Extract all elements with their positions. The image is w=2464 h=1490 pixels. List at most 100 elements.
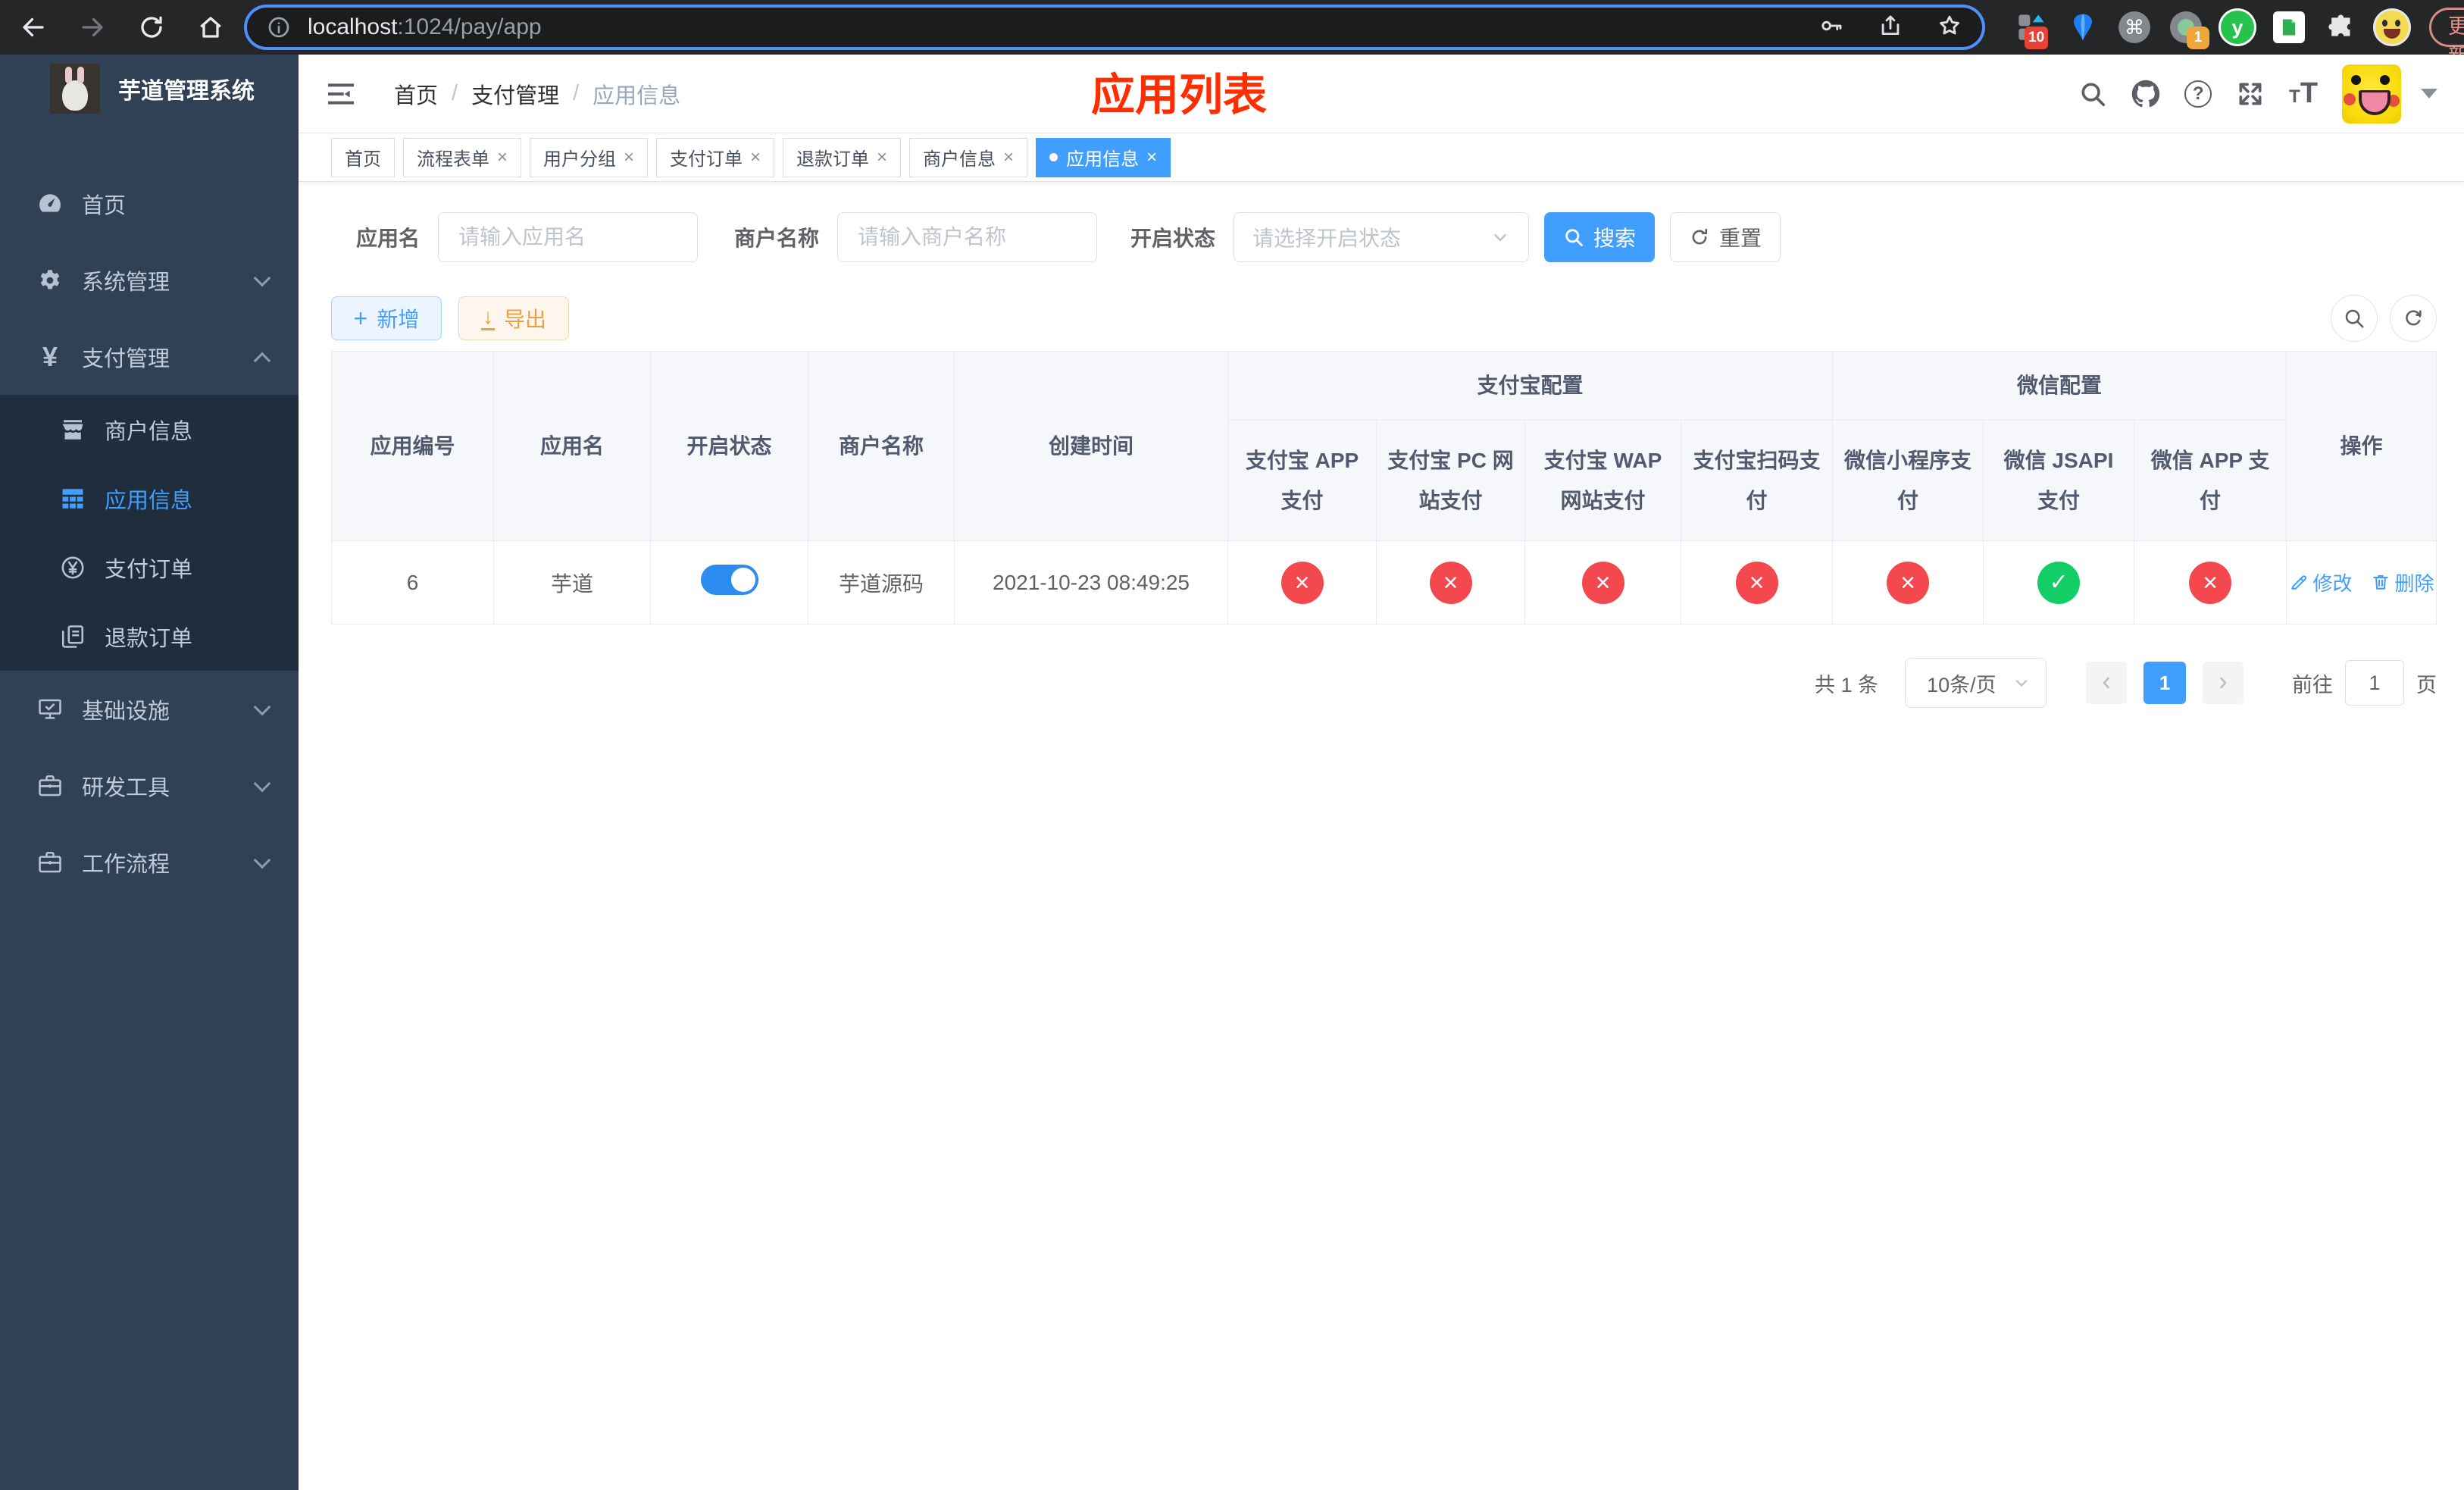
gear-icon	[35, 267, 65, 294]
cell-app-id: 6	[331, 540, 494, 625]
add-button[interactable]: + 新增	[331, 296, 442, 340]
extension-notes-icon[interactable]	[2272, 10, 2306, 45]
app-name-label: 应用名	[356, 227, 421, 250]
sidebar-item-app-info[interactable]: 应用信息	[0, 464, 299, 533]
goto-label: 前往	[2292, 673, 2334, 696]
close-icon[interactable]: ×	[1003, 147, 1014, 168]
tab-pay-order[interactable]: 支付订单 ×	[656, 137, 775, 177]
bookmark-star-icon[interactable]	[1937, 13, 1962, 42]
refresh-table-button[interactable]	[2390, 295, 2437, 342]
sidebar-collapse-icon[interactable]	[326, 79, 356, 109]
reset-button[interactable]: 重置	[1670, 212, 1781, 262]
navbar-actions: ? TT	[2078, 64, 2438, 124]
reload-icon[interactable]	[136, 12, 167, 42]
status-select-placeholder: 请选择开启状态	[1252, 227, 1402, 250]
enabled-toggle[interactable]	[700, 565, 758, 596]
next-page-button[interactable]	[2203, 662, 2244, 705]
back-icon[interactable]	[18, 12, 48, 42]
close-icon[interactable]: ×	[877, 147, 887, 168]
status-select[interactable]: 请选择开启状态	[1234, 212, 1530, 262]
sidebar-item-home[interactable]: 首页	[0, 165, 299, 242]
tab-user-group[interactable]: 用户分组 ×	[530, 137, 649, 177]
search-button[interactable]: 搜索	[1544, 212, 1656, 262]
edit-link[interactable]: 修改	[2289, 568, 2353, 596]
user-avatar[interactable]	[2342, 64, 2402, 124]
forward-icon[interactable]	[77, 12, 108, 42]
extension-recorder-icon[interactable]: 1	[2169, 10, 2209, 49]
toggle-search-button[interactable]	[2331, 295, 2378, 342]
merchant-name-label: 商户名称	[734, 227, 820, 250]
extension-badge: 1	[2187, 27, 2209, 49]
sidebar-item-label: 首页	[82, 193, 127, 218]
breadcrumb-current: 应用信息	[593, 83, 681, 108]
refresh-icon	[2406, 310, 2422, 326]
breadcrumb-payment[interactable]: 支付管理	[471, 78, 559, 110]
cross-circle-icon: ×	[1887, 561, 1930, 604]
extension-badge: 10	[2025, 27, 2049, 49]
refresh-icon	[1692, 228, 1708, 245]
url-path: :1024/pay/app	[397, 14, 542, 39]
avatar-caret-icon[interactable]	[2421, 89, 2438, 99]
breadcrumb-home[interactable]: 首页	[394, 78, 438, 110]
sidebar-item-workflow[interactable]: 工作流程	[0, 824, 299, 900]
tab-app-info[interactable]: 应用信息 ×	[1036, 137, 1171, 177]
home-icon[interactable]	[195, 12, 226, 42]
goto-page-input[interactable]	[2345, 660, 2405, 706]
sidebar-item-system[interactable]: 系统管理	[0, 242, 299, 318]
cross-circle-icon: ×	[1735, 561, 1778, 604]
export-button[interactable]: ↓ 导出	[458, 296, 569, 340]
cell-enabled	[650, 540, 808, 625]
sidebar-item-merchant-info[interactable]: 商户信息	[0, 395, 299, 464]
url-text[interactable]: localhost:1024/pay/app	[308, 14, 1818, 40]
tab-merchant-info[interactable]: 商户信息 ×	[909, 137, 1028, 177]
extension-balloon-icon[interactable]	[2065, 10, 2100, 45]
sidebar-item-infra[interactable]: 基础设施	[0, 671, 299, 747]
column-header: 创建时间	[954, 350, 1228, 542]
tab-refund-order[interactable]: 退款订单 ×	[783, 137, 902, 177]
prev-page-button[interactable]	[2086, 662, 2128, 705]
close-icon[interactable]: ×	[624, 147, 634, 168]
extension-cmd-icon[interactable]: ⌘	[2117, 10, 2152, 45]
search-icon	[2345, 309, 2364, 328]
sidebar-item-refund-order[interactable]: 退款订单	[0, 602, 299, 671]
search-icon[interactable]	[2078, 80, 2107, 108]
apps-table: 应用编号 应用名 开启状态 商户名称 创建时间 支付宝配置 微信配置 操作 支付宝 APP 支付…	[331, 350, 2437, 625]
cell-channel-status: ×	[1680, 540, 1834, 625]
share-icon[interactable]	[1878, 13, 1903, 42]
close-icon[interactable]: ×	[1146, 147, 1157, 168]
puzzle-extensions-icon[interactable]	[2323, 10, 2358, 45]
merchant-name-input[interactable]	[837, 212, 1098, 262]
app-name-input[interactable]	[438, 212, 699, 262]
sidebar-item-dev-tools[interactable]: 研发工具	[0, 747, 299, 824]
close-icon[interactable]: ×	[750, 147, 761, 168]
tab-process-form[interactable]: 流程表单 ×	[403, 137, 522, 177]
column-sub-header: 支付宝 APP 支付	[1227, 419, 1377, 542]
delete-link[interactable]: 删除	[2371, 568, 2434, 596]
site-info-icon[interactable]	[267, 15, 291, 39]
sidebar-item-label: 商户信息	[105, 419, 193, 444]
tab-home[interactable]: 首页	[331, 137, 395, 177]
address-bar-actions	[1818, 13, 1962, 42]
page-size-select[interactable]: 10条/页	[1905, 658, 2047, 709]
profile-avatar-icon[interactable]	[2375, 10, 2409, 45]
address-bar[interactable]: localhost:1024/pay/app	[247, 8, 1982, 47]
fullscreen-icon[interactable]	[2236, 80, 2265, 108]
extension-y-icon[interactable]: y	[2220, 10, 2255, 45]
shop-icon	[58, 416, 88, 443]
extension-tabs-icon[interactable]: 10	[2014, 10, 2049, 49]
help-icon[interactable]: ?	[2184, 80, 2212, 108]
page-number-button[interactable]: 1	[2143, 662, 2187, 705]
password-key-icon[interactable]	[1818, 13, 1844, 42]
column-sub-header: 支付宝扫码支付	[1680, 419, 1834, 542]
sidebar-item-pay-order[interactable]: 支付订单	[0, 533, 299, 602]
cell-app-name: 芋道	[493, 540, 651, 625]
actions-column-header: 操作	[2286, 350, 2437, 542]
close-icon[interactable]: ×	[497, 147, 508, 168]
github-icon[interactable]	[2131, 80, 2160, 108]
sidebar-item-label: 基础设施	[82, 699, 170, 724]
font-size-icon[interactable]: TT	[2289, 77, 2318, 110]
sidebar-item-payment[interactable]: ¥ 支付管理	[0, 318, 299, 395]
table-row: 6 芋道 芋道源码 2021-10-23 08:49:25 × × × × × ✓ × 修改 删除	[331, 540, 2437, 625]
url-host: localhost	[308, 14, 398, 39]
browser-update-button[interactable]: 更新	[2429, 8, 2464, 67]
